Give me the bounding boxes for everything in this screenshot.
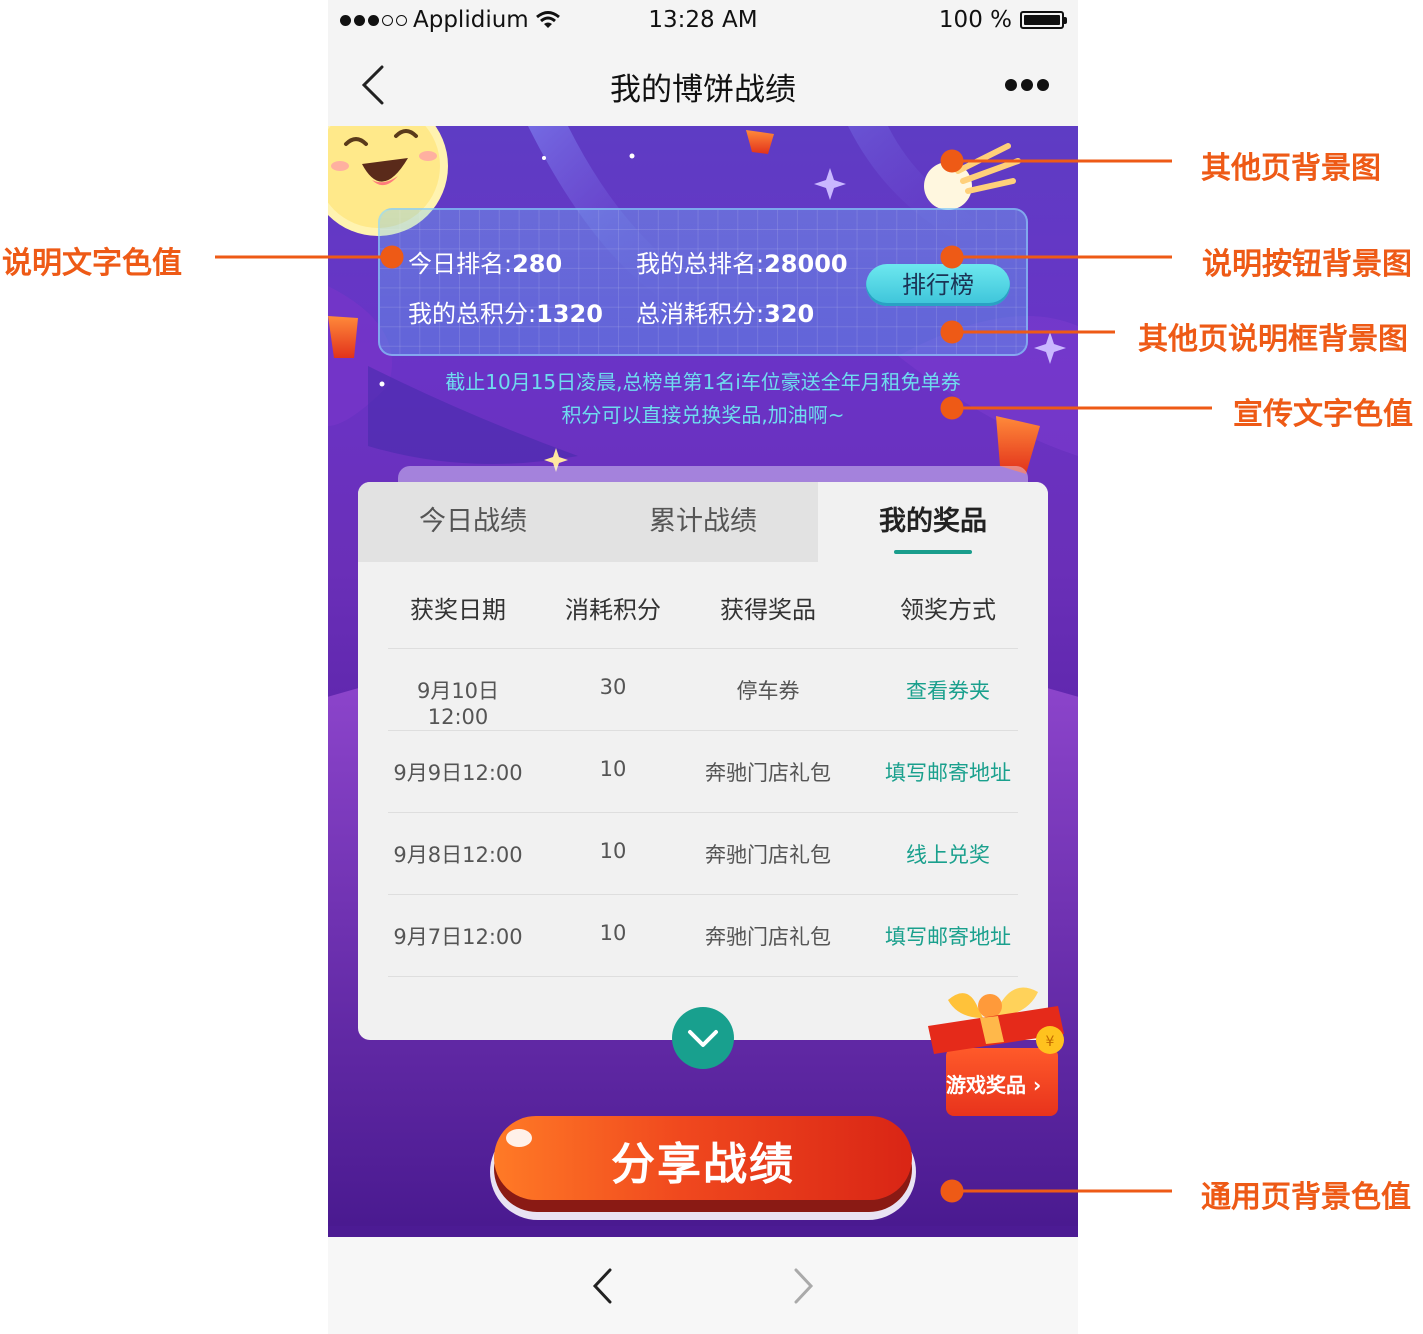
consumed-points: 总消耗积分:320 bbox=[636, 300, 815, 328]
tab-active-underline bbox=[894, 550, 972, 554]
annotation-button-bg-image: 说明按钮背景图 bbox=[1202, 247, 1412, 282]
total-points: 我的总积分:1320 bbox=[408, 300, 603, 328]
annotation-desc-text-color: 说明文字色值 bbox=[2, 246, 182, 281]
online-redeem-link[interactable]: 线上兑奖 bbox=[868, 839, 1028, 869]
table-divider bbox=[388, 976, 1018, 977]
promo-line-2: 积分可以直接兑换奖品,加油啊~ bbox=[561, 403, 845, 427]
page-background: 今日排名:280 我的总排名:28000 我的总积分:1320 总消耗积分:32… bbox=[328, 126, 1078, 1237]
browser-toolbar bbox=[328, 1237, 1078, 1334]
cell-prize: 奔驰门店礼包 bbox=[705, 925, 831, 949]
cell-points: 10 bbox=[599, 921, 627, 945]
annotation-promo-text-color: 宣传文字色值 bbox=[1233, 397, 1413, 432]
column-header-date: 获奖日期 bbox=[410, 596, 506, 624]
battery-percent: 100 % bbox=[938, 7, 1012, 33]
table-row: 9月8日12:00 10 奔驰门店礼包 线上兑奖 bbox=[388, 812, 1018, 895]
browser-forward-icon[interactable] bbox=[790, 1267, 816, 1305]
column-header-points: 消耗积分 bbox=[565, 596, 661, 624]
cell-date: 9月10日12:00 bbox=[416, 679, 500, 729]
cell-points: 30 bbox=[599, 675, 627, 699]
annotation-page-bg-color: 通用页背景色值 bbox=[1201, 1180, 1411, 1215]
tab-bar: 今日战绩 累计战绩 我的奖品 bbox=[358, 482, 1048, 562]
prize-card: 今日战绩 累计战绩 我的奖品 获奖日期 消耗积分 获得奖品 领奖方式 9月10日… bbox=[358, 482, 1048, 1040]
gift-box-icon: ¥ bbox=[928, 987, 1064, 1116]
table-header: 获奖日期 消耗积分 获得奖品 领奖方式 bbox=[358, 572, 1048, 632]
share-button[interactable]: 分享战绩 bbox=[490, 1116, 916, 1220]
tab-my-prizes[interactable]: 我的奖品 bbox=[818, 482, 1048, 562]
today-rank: 今日排名:280 bbox=[408, 250, 563, 278]
promo-line-1: 截止10月15日凌晨,总榜单第1名i车位豪送全年月租免单券 bbox=[445, 370, 961, 394]
promo-text: 截止10月15日凌晨,总榜单第1名i车位豪送全年月租免单券 积分可以直接兑换奖品… bbox=[328, 366, 1078, 432]
battery-icon bbox=[1020, 11, 1067, 29]
cell-points: 10 bbox=[599, 839, 627, 863]
game-prize-badge[interactable]: ¥ 游戏奖品 › bbox=[928, 978, 1074, 1124]
battery-group: 100 % bbox=[938, 7, 1067, 33]
table-row: 9月9日12:00 10 奔驰门店礼包 填写邮寄地址 bbox=[388, 730, 1018, 813]
cell-prize: 停车券 bbox=[736, 679, 800, 703]
cell-prize: 奔驰门店礼包 bbox=[705, 843, 831, 867]
expand-button[interactable] bbox=[672, 1007, 734, 1069]
total-rank: 我的总排名:28000 bbox=[636, 250, 848, 278]
view-coupon-link[interactable]: 查看券夹 bbox=[868, 675, 1028, 705]
info-box: 今日排名:280 我的总排名:28000 我的总积分:1320 总消耗积分:32… bbox=[378, 208, 1028, 356]
tab-cumulative[interactable]: 累计战绩 bbox=[588, 482, 818, 562]
annotation-other-bg-image: 其他页背景图 bbox=[1201, 151, 1381, 186]
phone-screen: Applidium 13:28 AM 100 % 我的博饼战绩 今日排名:280… bbox=[328, 0, 1078, 1334]
nav-bar: 我的博饼战绩 bbox=[328, 44, 1078, 126]
cell-points: 10 bbox=[599, 757, 627, 781]
ranking-button[interactable]: 排行榜 bbox=[866, 264, 1010, 306]
annotation-box-bg-image: 其他页说明框背景图 bbox=[1138, 322, 1408, 357]
page-title: 我的博饼战绩 bbox=[610, 72, 796, 108]
cell-date: 9月7日12:00 bbox=[393, 925, 523, 949]
svg-text:¥: ¥ bbox=[1046, 1034, 1055, 1050]
column-header-prize: 获得奖品 bbox=[720, 596, 816, 624]
cell-date: 9月9日12:00 bbox=[393, 761, 523, 785]
table-row: 9月7日12:00 10 奔驰门店礼包 填写邮寄地址 bbox=[388, 894, 1018, 977]
share-button-label: 分享战绩 bbox=[611, 1139, 795, 1190]
more-dots-icon[interactable] bbox=[1004, 72, 1050, 98]
fill-address-link[interactable]: 填写邮寄地址 bbox=[868, 757, 1028, 787]
status-bar: Applidium 13:28 AM 100 % bbox=[328, 0, 1078, 44]
fill-address-link[interactable]: 填写邮寄地址 bbox=[868, 921, 1028, 951]
tab-today[interactable]: 今日战绩 bbox=[358, 482, 588, 562]
table-row: 9月10日12:00 30 停车券 查看券夹 bbox=[388, 648, 1018, 731]
browser-back-icon[interactable] bbox=[590, 1267, 616, 1305]
column-header-method: 领奖方式 bbox=[900, 596, 996, 624]
chevron-down-icon bbox=[688, 1030, 718, 1047]
game-prize-label: 游戏奖品 › bbox=[946, 1073, 1042, 1097]
cell-prize: 奔驰门店礼包 bbox=[705, 761, 831, 785]
cell-date: 9月8日12:00 bbox=[393, 843, 523, 867]
